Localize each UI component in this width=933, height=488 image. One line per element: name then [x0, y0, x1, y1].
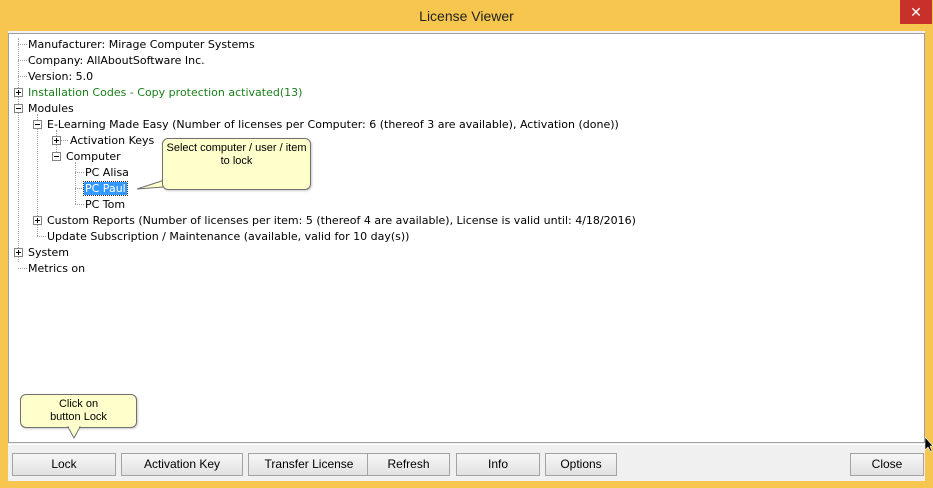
callout-text: Select computer / user / item: [166, 142, 307, 154]
callout-text: Click on: [58, 398, 99, 410]
tree-item-pc-paul[interactable]: PC Paul: [83, 181, 128, 196]
button-bar: Lock Activation Key Transfer License Ref…: [8, 444, 925, 481]
close-button-label: Close: [871, 457, 903, 471]
callout-text: button Lock: [50, 411, 107, 423]
tree-item-manufacturer[interactable]: Manufacturer: Mirage Computer Systems: [28, 38, 255, 51]
tree-line: [18, 60, 27, 61]
info-button-label: Info: [487, 457, 508, 471]
options-button[interactable]: Options: [545, 453, 617, 476]
activation-key-button-label: Activation Key: [143, 457, 221, 471]
tree-item-modules[interactable]: Modules: [28, 102, 74, 115]
tree-line: [18, 44, 27, 45]
tree-item-update-subscription[interactable]: Update Subscription / Maintenance (avail…: [47, 230, 409, 243]
expand-plus-icon[interactable]: [14, 88, 23, 97]
tree-line: [18, 38, 19, 262]
tree-line: [75, 172, 84, 173]
expand-plus-icon[interactable]: [14, 248, 23, 257]
window-title: License Viewer: [419, 8, 514, 24]
transfer-license-button[interactable]: Transfer License: [248, 453, 370, 476]
tree-line: [75, 204, 84, 205]
tree-item-system[interactable]: System: [28, 246, 69, 259]
options-button-label: Options: [560, 457, 602, 471]
tree-line: [61, 140, 68, 141]
tree-line: [18, 268, 27, 269]
info-button[interactable]: Info: [456, 453, 540, 476]
callout-text: to lock: [220, 155, 253, 167]
close-button[interactable]: Close: [850, 453, 924, 476]
lock-button-label: Lock: [51, 457, 77, 471]
client-area: Manufacturer: Mirage Computer Systems Co…: [8, 31, 925, 481]
title-bar: License Viewer ✕: [0, 0, 933, 32]
click-lock-callout: Click on button Lock: [20, 394, 137, 428]
tree-line: [37, 236, 46, 237]
activation-key-button[interactable]: Activation Key: [121, 453, 243, 476]
tree-item-elearning[interactable]: E-Learning Made Easy (Number of licenses…: [47, 118, 619, 131]
tree-line: [18, 76, 27, 77]
mouse-cursor-icon: [925, 437, 933, 453]
window-close-icon[interactable]: ✕: [900, 0, 932, 24]
select-item-callout: Select computer / user / item to lock: [162, 138, 311, 190]
tree-item-custom-reports[interactable]: Custom Reports (Number of licenses per i…: [47, 214, 636, 227]
collapse-minus-icon[interactable]: [14, 104, 23, 113]
transfer-license-button-label: Transfer License: [264, 457, 354, 471]
tree-item-company[interactable]: Company: AllAboutSoftware Inc.: [28, 54, 205, 67]
tree-item-pc-tom[interactable]: PC Tom: [85, 198, 125, 211]
license-viewer-window: License Viewer ✕ Manufacturer: Mirage Co…: [0, 0, 933, 488]
callout-pointer: [67, 426, 81, 440]
tree-item-installation-codes[interactable]: Installation Codes - Copy protection act…: [28, 86, 302, 99]
tree-item-version[interactable]: Version: 5.0: [28, 70, 93, 83]
collapse-minus-icon[interactable]: [33, 120, 42, 129]
license-tree[interactable]: Manufacturer: Mirage Computer Systems Co…: [8, 33, 925, 443]
refresh-button-label: Refresh: [387, 457, 430, 471]
refresh-button[interactable]: Refresh: [367, 453, 450, 476]
collapse-minus-icon[interactable]: [52, 152, 61, 161]
lock-button[interactable]: Lock: [12, 453, 116, 476]
tree-item-metrics[interactable]: Metrics on: [28, 262, 85, 275]
tree-line: [75, 162, 76, 204]
expand-plus-icon[interactable]: [52, 136, 61, 145]
tree-item-pc-alisa[interactable]: PC Alisa: [85, 166, 129, 179]
tree-line: [75, 188, 84, 189]
expand-plus-icon[interactable]: [33, 216, 42, 225]
